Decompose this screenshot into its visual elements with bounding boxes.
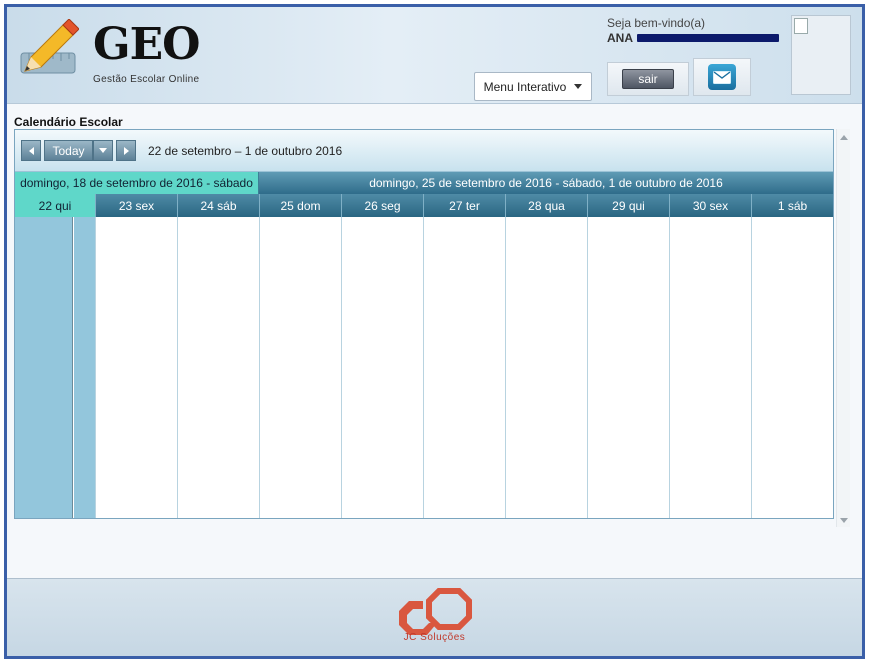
date-range-label: 22 de setembro – 1 de outubro 2016 <box>148 144 343 158</box>
next-button[interactable] <box>116 140 136 161</box>
footer-brand: JC Soluções <box>403 632 466 643</box>
menu-dropdown-button[interactable]: Menu Interativo <box>474 72 592 101</box>
header: GEO Gestão Escolar Online Menu Interativ… <box>7 7 862 104</box>
calendar-grid <box>15 217 833 518</box>
chevron-left-icon <box>28 146 34 155</box>
scroll-down-icon[interactable] <box>840 518 848 523</box>
day-column[interactable] <box>424 217 506 518</box>
day-column[interactable] <box>752 217 833 518</box>
day-header[interactable]: 29 qui <box>588 194 670 217</box>
day-header[interactable]: 30 sex <box>670 194 752 217</box>
calendar-toolbar: Today 22 de setembro – 1 de outubro 2016 <box>15 130 833 172</box>
day-column[interactable] <box>342 217 424 518</box>
day-column[interactable] <box>588 217 670 518</box>
messages-button[interactable] <box>693 58 751 96</box>
day-header[interactable]: 25 dom <box>260 194 342 217</box>
week-header-current[interactable]: domingo, 18 de setembro de 2016 - sábado <box>15 172 259 194</box>
menu-dropdown-label: Menu Interativo <box>483 79 567 94</box>
day-header[interactable]: 28 qua <box>506 194 588 217</box>
page-title: Calendário Escolar <box>14 115 123 129</box>
day-column[interactable] <box>670 217 752 518</box>
day-header[interactable]: 23 sex <box>96 194 178 217</box>
chevron-right-icon <box>123 146 129 155</box>
scroll-up-icon[interactable] <box>840 135 848 140</box>
day-header-row: 22 qui 23 sex 24 sáb 25 dom 26 seg 27 te… <box>15 194 833 217</box>
footer: JC Soluções <box>7 578 862 656</box>
app-window: GEO Gestão Escolar Online Menu Interativ… <box>4 4 865 659</box>
broken-image-icon <box>794 18 808 34</box>
day-header[interactable]: 1 sáb <box>752 194 833 217</box>
calendar: Today 22 de setembro – 1 de outubro 2016… <box>14 129 834 519</box>
today-button[interactable]: Today <box>44 140 93 161</box>
user-name: ANA <box>607 31 779 45</box>
day-column[interactable] <box>260 217 342 518</box>
user-first-name: ANA <box>607 31 633 45</box>
mail-icon <box>708 64 736 90</box>
pencil-ruler-logo-icon <box>20 19 79 74</box>
day-header[interactable]: 26 seg <box>342 194 424 217</box>
logout-label: sair <box>622 69 674 89</box>
logout-button[interactable]: sair <box>607 62 689 96</box>
day-column[interactable] <box>96 217 178 518</box>
logo-title: GEO <box>93 19 200 70</box>
scrollbar[interactable] <box>836 129 850 527</box>
week-header-row: domingo, 18 de setembro de 2016 - sábado… <box>15 172 833 194</box>
day-column[interactable] <box>15 217 96 518</box>
day-header[interactable]: 27 ter <box>424 194 506 217</box>
day-header[interactable]: 24 sáb <box>178 194 260 217</box>
week-header-next[interactable]: domingo, 25 de setembro de 2016 - sábado… <box>259 172 833 194</box>
day-header[interactable]: 22 qui <box>15 194 96 217</box>
redacted-name-bar <box>637 34 779 42</box>
day-column[interactable] <box>506 217 588 518</box>
column-divider <box>72 217 74 518</box>
view-dropdown-button[interactable] <box>93 140 113 161</box>
logo-subtitle: Gestão Escolar Online <box>93 74 200 85</box>
user-photo <box>791 15 851 95</box>
prev-button[interactable] <box>21 140 41 161</box>
day-column[interactable] <box>178 217 260 518</box>
welcome-text: Seja bem-vindo(a) <box>607 16 706 30</box>
chevron-down-icon <box>574 84 583 89</box>
chevron-down-icon <box>99 148 107 153</box>
